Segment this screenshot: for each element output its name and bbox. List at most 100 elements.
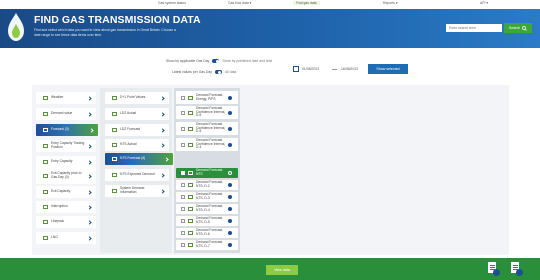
view-data-button[interactable]: View data — [266, 265, 298, 275]
info-icon[interactable] — [228, 110, 232, 115]
checkbox[interactable] — [181, 195, 185, 199]
nav-gas-system-status[interactable]: Gas system status — [158, 1, 186, 5]
nav-reports[interactable]: Reports ▾ — [383, 1, 398, 5]
search-button-label: Search — [508, 26, 521, 30]
info-icon[interactable] — [228, 231, 232, 235]
checkbox[interactable] — [181, 110, 185, 115]
date-to-field[interactable]: 16/08/2023 — [341, 64, 358, 73]
info-icon[interactable] — [228, 183, 232, 187]
chevron-right-icon — [87, 173, 92, 179]
list-item[interactable]: D+1 Point Values — [105, 92, 169, 104]
checkbox[interactable] — [181, 142, 185, 147]
info-icon[interactable] — [228, 126, 232, 131]
list-item[interactable]: Exit Capacity prior to Gas Day (3) — [36, 168, 96, 184]
download-csv-icon[interactable] — [488, 262, 500, 276]
checkbox[interactable] — [181, 183, 185, 187]
chevron-right-icon — [87, 95, 92, 101]
search-icon — [522, 25, 527, 31]
search-button[interactable]: Search — [504, 23, 532, 33]
folder-icon — [43, 96, 48, 100]
data-item-selected[interactable]: Demand Forecast, NTS — [176, 168, 238, 178]
list-item[interactable]: LDZ Forecast — [105, 124, 169, 136]
checkbox[interactable] — [181, 219, 185, 223]
info-icon[interactable] — [228, 142, 232, 147]
applicable-toggle[interactable] — [212, 59, 220, 63]
list-item-selected[interactable]: NTS Forecast (6) — [105, 153, 173, 165]
date-range-separator — [332, 69, 337, 70]
chart-icon — [188, 219, 193, 223]
folder-icon — [112, 112, 117, 116]
list-item[interactable]: Entry Capacity — [36, 156, 96, 168]
chart-icon — [188, 231, 193, 235]
top-navigation: Gas system status Gas flow data ▾ Find g… — [0, 0, 540, 9]
download-xml-icon[interactable] — [511, 262, 523, 276]
data-item[interactable]: Demand Forecast, NTS, D-7 — [176, 240, 238, 250]
folder-icon — [112, 157, 117, 161]
list-item[interactable]: System Demand Information — [105, 185, 169, 197]
folder-icon — [112, 128, 117, 132]
date-from-field[interactable]: 01/08/2023 — [302, 64, 319, 73]
page-description: Find and select which data you want to v… — [34, 28, 176, 37]
latest-label: Latest values per Gas Day — [172, 70, 212, 74]
folder-icon — [112, 189, 117, 193]
list-item-selected[interactable]: Forecast (3) — [36, 124, 98, 136]
list-item[interactable]: Entry Capacity Trading Position — [36, 140, 96, 152]
info-icon[interactable] — [228, 207, 232, 211]
list-item[interactable]: LDZ Actual — [105, 108, 169, 120]
folder-icon — [43, 112, 48, 116]
checkbox[interactable] — [181, 231, 185, 235]
list-item[interactable]: Exit Capacity — [36, 186, 96, 198]
checkbox[interactable] — [181, 95, 185, 100]
chevron-right-icon — [160, 111, 165, 117]
folder-icon — [43, 190, 48, 194]
chevron-right-icon — [160, 95, 165, 101]
info-icon[interactable] — [228, 219, 232, 223]
folder-icon — [43, 220, 48, 224]
search-input[interactable] — [446, 24, 502, 32]
info-icon[interactable] — [228, 195, 232, 199]
checkbox[interactable] — [181, 126, 185, 131]
list-item[interactable]: NTS Actual — [105, 139, 169, 151]
show-selected-button[interactable]: Show selected — [368, 64, 408, 74]
data-item[interactable]: Demand Forecast Confidence Interval, D-5 — [176, 122, 238, 135]
nav-api[interactable]: API ▾ — [480, 1, 488, 5]
applicable-value: Show by published date and time — [222, 59, 273, 63]
data-item[interactable]: Demand Forecast, NTS, D-3 — [176, 192, 238, 202]
folder-icon — [112, 96, 117, 100]
info-icon[interactable] — [228, 243, 232, 247]
data-item[interactable]: Demand Forecast, Energy, PIPS — [176, 91, 238, 104]
info-icon[interactable] — [228, 171, 232, 175]
info-icon[interactable] — [228, 95, 232, 100]
nav-gas-flow-data[interactable]: Gas flow data ▾ — [228, 1, 251, 5]
list-item[interactable]: LNG — [36, 232, 96, 244]
list-item[interactable]: Interruption — [36, 201, 96, 213]
folder-icon — [43, 236, 48, 240]
list-item[interactable]: Linepack — [36, 216, 96, 228]
chevron-right-icon — [87, 159, 92, 165]
chevron-right-icon — [164, 156, 169, 162]
chart-icon — [188, 110, 193, 115]
chevron-right-icon — [89, 127, 94, 133]
calendar-icon[interactable] — [293, 66, 299, 72]
data-item[interactable]: Demand Forecast, NTS, D-2 — [176, 180, 238, 190]
data-item[interactable]: Demand Forecast, NTS, D-5 — [176, 216, 238, 226]
chart-icon — [188, 195, 193, 199]
data-item[interactable]: Demand Forecast Confidence Interval, D-6 — [176, 106, 238, 119]
data-item[interactable]: Demand Forecast, NTS, D-6 — [176, 228, 238, 238]
list-item[interactable]: Weather — [36, 92, 96, 104]
chart-icon — [188, 207, 193, 211]
checkbox-checked[interactable] — [181, 171, 185, 175]
checkbox[interactable] — [181, 243, 185, 247]
chart-icon — [188, 171, 193, 175]
latest-toggle[interactable] — [214, 70, 222, 74]
data-item[interactable]: Demand Forecast Confidence Interval, D-4 — [176, 138, 238, 151]
checkbox[interactable] — [181, 207, 185, 211]
latest-values-option: Latest values per Gas Day All data — [172, 70, 236, 74]
nav-find-gas-data[interactable]: Find gas data — [293, 1, 320, 5]
latest-value: All data — [224, 70, 237, 74]
list-item[interactable]: Demand value — [36, 108, 96, 120]
chevron-right-icon — [87, 111, 92, 117]
list-item[interactable]: NTS Expected Demand — [105, 169, 169, 181]
data-item[interactable]: Demand Forecast, NTS, D-4 — [176, 204, 238, 214]
folder-icon — [112, 173, 117, 177]
